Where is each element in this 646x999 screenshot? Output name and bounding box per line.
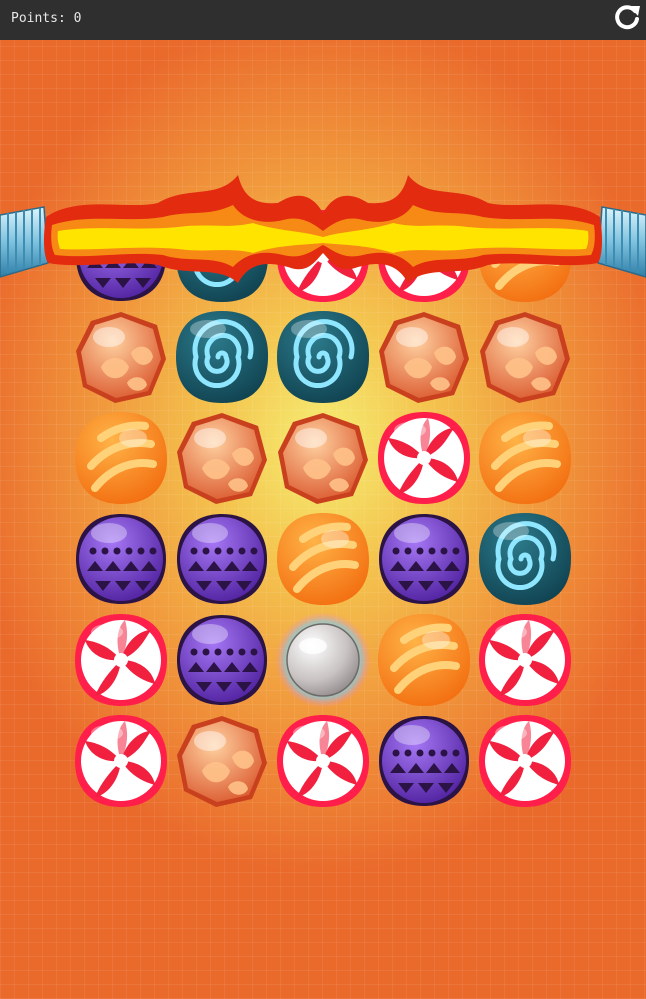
teal-swirl-icon (479, 513, 572, 605)
orange-striped-icon (378, 614, 470, 706)
top-bar: Points: 0 (0, 0, 646, 40)
orange-striped-icon (75, 412, 167, 504)
red-peppermint-icon (378, 412, 470, 504)
purple-tribal-candy[interactable] (172, 610, 272, 710)
red-peppermint-candy[interactable] (475, 610, 575, 710)
purple-tribal-icon (379, 514, 469, 604)
purple-tribal-icon (76, 514, 166, 604)
purple-tribal-candy[interactable] (374, 509, 474, 609)
teal-swirl-icon (277, 311, 370, 403)
peach-hexagon-icon (480, 312, 570, 403)
peach-hexagon-candy[interactable] (273, 408, 373, 508)
peach-hexagon-candy[interactable] (475, 307, 575, 407)
purple-tribal-candy[interactable] (172, 509, 272, 609)
peach-hexagon-candy[interactable] (172, 711, 272, 811)
orange-striped-icon (479, 412, 571, 504)
orange-striped-candy[interactable] (374, 610, 474, 710)
peach-hexagon-candy[interactable] (172, 408, 272, 508)
points-display: Points: 0 (11, 11, 82, 26)
fire-beam (43, 175, 603, 283)
orange-striped-candy[interactable] (273, 509, 373, 609)
teal-swirl-candy[interactable] (273, 307, 373, 407)
teal-swirl-candy[interactable] (172, 307, 272, 407)
red-peppermint-icon (479, 614, 571, 706)
refresh-icon[interactable] (612, 2, 642, 32)
purple-tribal-candy[interactable] (71, 509, 171, 609)
peach-hexagon-icon (177, 413, 267, 504)
peach-hexagon-icon (379, 312, 469, 403)
red-peppermint-candy[interactable] (475, 711, 575, 811)
peach-hexagon-icon (76, 312, 166, 403)
red-peppermint-candy[interactable] (71, 711, 171, 811)
purple-tribal-icon (177, 615, 267, 705)
red-peppermint-icon (75, 614, 167, 706)
red-peppermint-icon (277, 715, 369, 807)
game-board (0, 40, 646, 999)
pearl-bomb-icon (275, 612, 371, 708)
red-peppermint-icon (75, 715, 167, 807)
peach-hexagon-candy[interactable] (374, 307, 474, 407)
peach-hexagon-icon (177, 716, 267, 807)
peach-hexagon-candy[interactable] (71, 307, 171, 407)
pearl-bomb-candy[interactable] (273, 610, 373, 710)
teal-swirl-candy[interactable] (475, 509, 575, 609)
orange-striped-candy[interactable] (71, 408, 171, 508)
purple-tribal-icon (177, 514, 267, 604)
peach-hexagon-icon (278, 413, 368, 504)
teal-swirl-icon (176, 311, 269, 403)
purple-tribal-candy[interactable] (374, 711, 474, 811)
orange-striped-icon (277, 513, 369, 605)
red-peppermint-candy[interactable] (374, 408, 474, 508)
purple-tribal-icon (379, 716, 469, 806)
orange-striped-candy[interactable] (475, 408, 575, 508)
red-peppermint-candy[interactable] (71, 610, 171, 710)
red-peppermint-icon (479, 715, 571, 807)
red-peppermint-candy[interactable] (273, 711, 373, 811)
